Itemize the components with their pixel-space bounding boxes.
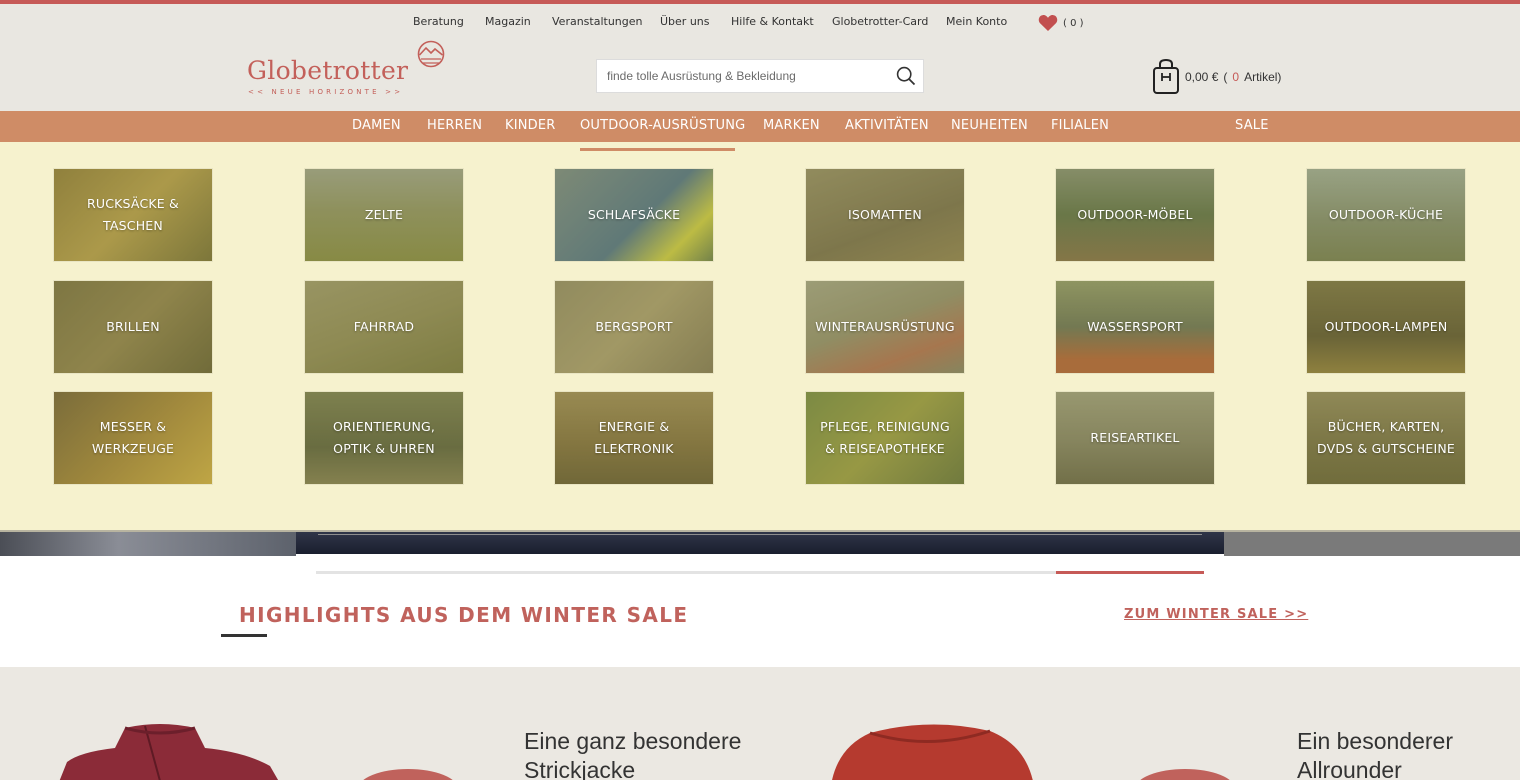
category-label: OUTDOOR-MÖBEL (1077, 207, 1193, 222)
nav-item-kinder[interactable]: KINDER (505, 118, 556, 133)
category-tile[interactable]: BERGSPORT (555, 281, 713, 373)
logo-tagline: << NEUE HORIZONTE >> (248, 88, 404, 96)
nav-item-filialen[interactable]: FILIALEN (1051, 118, 1109, 133)
site-header: Beratung Magazin Veranstaltungen Über un… (0, 0, 1520, 111)
category-label: ISOMATTEN (848, 207, 922, 222)
product-image-cardigan[interactable] (55, 722, 285, 780)
hero-slide-current[interactable] (296, 532, 1224, 554)
nav-item-sale[interactable]: SALE (1235, 118, 1269, 133)
nav-item-aktivitaeten[interactable]: AKTIVITÄTEN (845, 118, 929, 133)
topnav-link-ueber-uns[interactable]: Über uns (660, 15, 710, 28)
category-label: OUTDOOR-LAMPEN (1324, 319, 1448, 334)
section-title: HIGHLIGHTS AUS DEM WINTER SALE (239, 603, 689, 627)
category-tile[interactable]: ZELTE (305, 169, 463, 261)
nav-item-damen[interactable]: DAMEN (352, 118, 401, 133)
category-tile[interactable]: SCHLAFSÄCKE (555, 169, 713, 261)
topnav-link-hilfe-kontakt[interactable]: Hilfe & Kontakt (731, 15, 814, 28)
category-tile[interactable]: RUCKSÄCKE & TASCHEN (54, 169, 212, 261)
category-label: MESSER & WERKZEUGE (91, 419, 175, 456)
category-tile[interactable]: ORIENTIERUNG, OPTIK & UHREN (305, 392, 463, 484)
category-tile[interactable]: ISOMATTEN (806, 169, 964, 261)
nav-item-neuheiten[interactable]: NEUHEITEN (951, 118, 1028, 133)
cart-items-label: Artikel) (1244, 70, 1282, 84)
topnav-link-magazin[interactable]: Magazin (485, 15, 531, 28)
top-navigation: Beratung Magazin Veranstaltungen Über un… (0, 15, 1520, 37)
topnav-link-veranstaltungen[interactable]: Veranstaltungen (552, 15, 643, 28)
search-input[interactable] (597, 60, 887, 92)
search-box (596, 59, 924, 93)
category-label: RUCKSÄCKE & TASCHEN (86, 196, 179, 233)
globe-mountain-icon (417, 40, 445, 68)
category-tile[interactable]: FAHRRAD (305, 281, 463, 373)
search-icon[interactable] (896, 66, 916, 86)
category-label: ZELTE (364, 207, 404, 222)
logo-wordmark: Globetrotter (247, 56, 409, 85)
category-tile[interactable]: MESSER & WERKZEUGE (54, 392, 212, 484)
category-label: PFLEGE, REINIGUNG & REISEAPOTHEKE (820, 419, 950, 456)
main-navigation: DAMEN HERREN KINDER OUTDOOR-AUSRÜSTUNG M… (0, 111, 1520, 142)
category-tile[interactable]: BÜCHER, KARTEN, DVDS & GUTSCHEINE (1307, 392, 1465, 484)
title-underline (221, 634, 267, 637)
promo-headline-1[interactable]: Eine ganz besondere Strickjacke (524, 727, 784, 780)
topnav-link-mein-konto[interactable]: Mein Konto (946, 15, 1007, 28)
category-label: BRILLEN (106, 319, 160, 334)
promo-headline-2[interactable]: Ein besonderer Allrounder (1297, 727, 1517, 780)
heart-icon (1038, 15, 1058, 31)
category-tile[interactable]: BRILLEN (54, 281, 212, 373)
wishlist-count: ( 0 ) (1063, 17, 1084, 29)
category-tile[interactable]: OUTDOOR-MÖBEL (1056, 169, 1214, 261)
nav-item-herren[interactable]: HERREN (427, 118, 482, 133)
shopping-bag-icon (1153, 59, 1179, 94)
topnav-link-beratung[interactable]: Beratung (413, 15, 464, 28)
category-tile[interactable]: WINTERAUSRÜSTUNG (806, 281, 964, 373)
category-label: BERGSPORT (595, 319, 673, 334)
globetrotter-logo[interactable]: Globetrotter << NEUE HORIZONTE >> (247, 40, 457, 100)
nav-item-outdoor-ausruestung[interactable]: OUTDOOR-AUSRÜSTUNG (580, 118, 745, 133)
nav-item-marken[interactable]: MARKEN (763, 118, 820, 133)
topnav-link-globetrotter-card[interactable]: Globetrotter-Card (832, 15, 928, 28)
category-label: ENERGIE & ELEKTRONIK (594, 419, 674, 456)
category-label: FAHRRAD (353, 319, 415, 334)
category-label: SCHLAFSÄCKE (587, 207, 681, 222)
category-label: REISEARTIKEL (1090, 430, 1180, 445)
winter-sale-link[interactable]: ZUM WINTER SALE >> (1124, 607, 1308, 622)
product-image-jacket[interactable] (830, 723, 1040, 780)
outdoor-ausruestung-flyout: RUCKSÄCKE & TASCHEN ZELTE SCHLAFSÄCKE ISOMA… (0, 142, 1520, 532)
cart-button[interactable]: 0,00 € ( 0 Artikel) (1152, 59, 1281, 95)
category-label: ORIENTIERUNG, OPTIK & UHREN (332, 419, 436, 456)
category-tile[interactable]: OUTDOOR-KÜCHE (1307, 169, 1465, 261)
category-label: WASSERSPORT (1087, 319, 1183, 334)
slider-progress-thumb[interactable] (1056, 571, 1204, 574)
wishlist-button[interactable]: ( 0 ) (1038, 14, 1084, 32)
product-highlights: Eine ganz besondere Strickjacke Ein beso… (0, 667, 1520, 780)
category-tile[interactable]: WASSERSPORT (1056, 281, 1214, 373)
product-badge (1135, 769, 1235, 780)
category-label: OUTDOOR-KÜCHE (1328, 207, 1444, 222)
category-tile[interactable]: PFLEGE, REINIGUNG & REISEAPOTHEKE (806, 392, 964, 484)
category-tile[interactable]: REISEARTIKEL (1056, 392, 1214, 484)
category-tile[interactable]: ENERGIE & ELEKTRONIK (555, 392, 713, 484)
cart-open-paren: ( (1223, 70, 1228, 84)
hero-slider-edge (0, 532, 1520, 556)
category-label: WINTERAUSRÜSTUNG (815, 319, 955, 334)
active-nav-indicator (580, 148, 735, 151)
hero-slide-prev[interactable] (0, 532, 296, 556)
cart-amount: 0,00 € (1185, 70, 1219, 84)
hero-slide-next[interactable] (1224, 532, 1520, 556)
category-label: BÜCHER, KARTEN, DVDS & GUTSCHEINE (1317, 419, 1455, 456)
product-badge (358, 769, 458, 780)
category-tile[interactable]: OUTDOOR-LAMPEN (1307, 281, 1465, 373)
cart-count: 0 (1232, 70, 1240, 84)
